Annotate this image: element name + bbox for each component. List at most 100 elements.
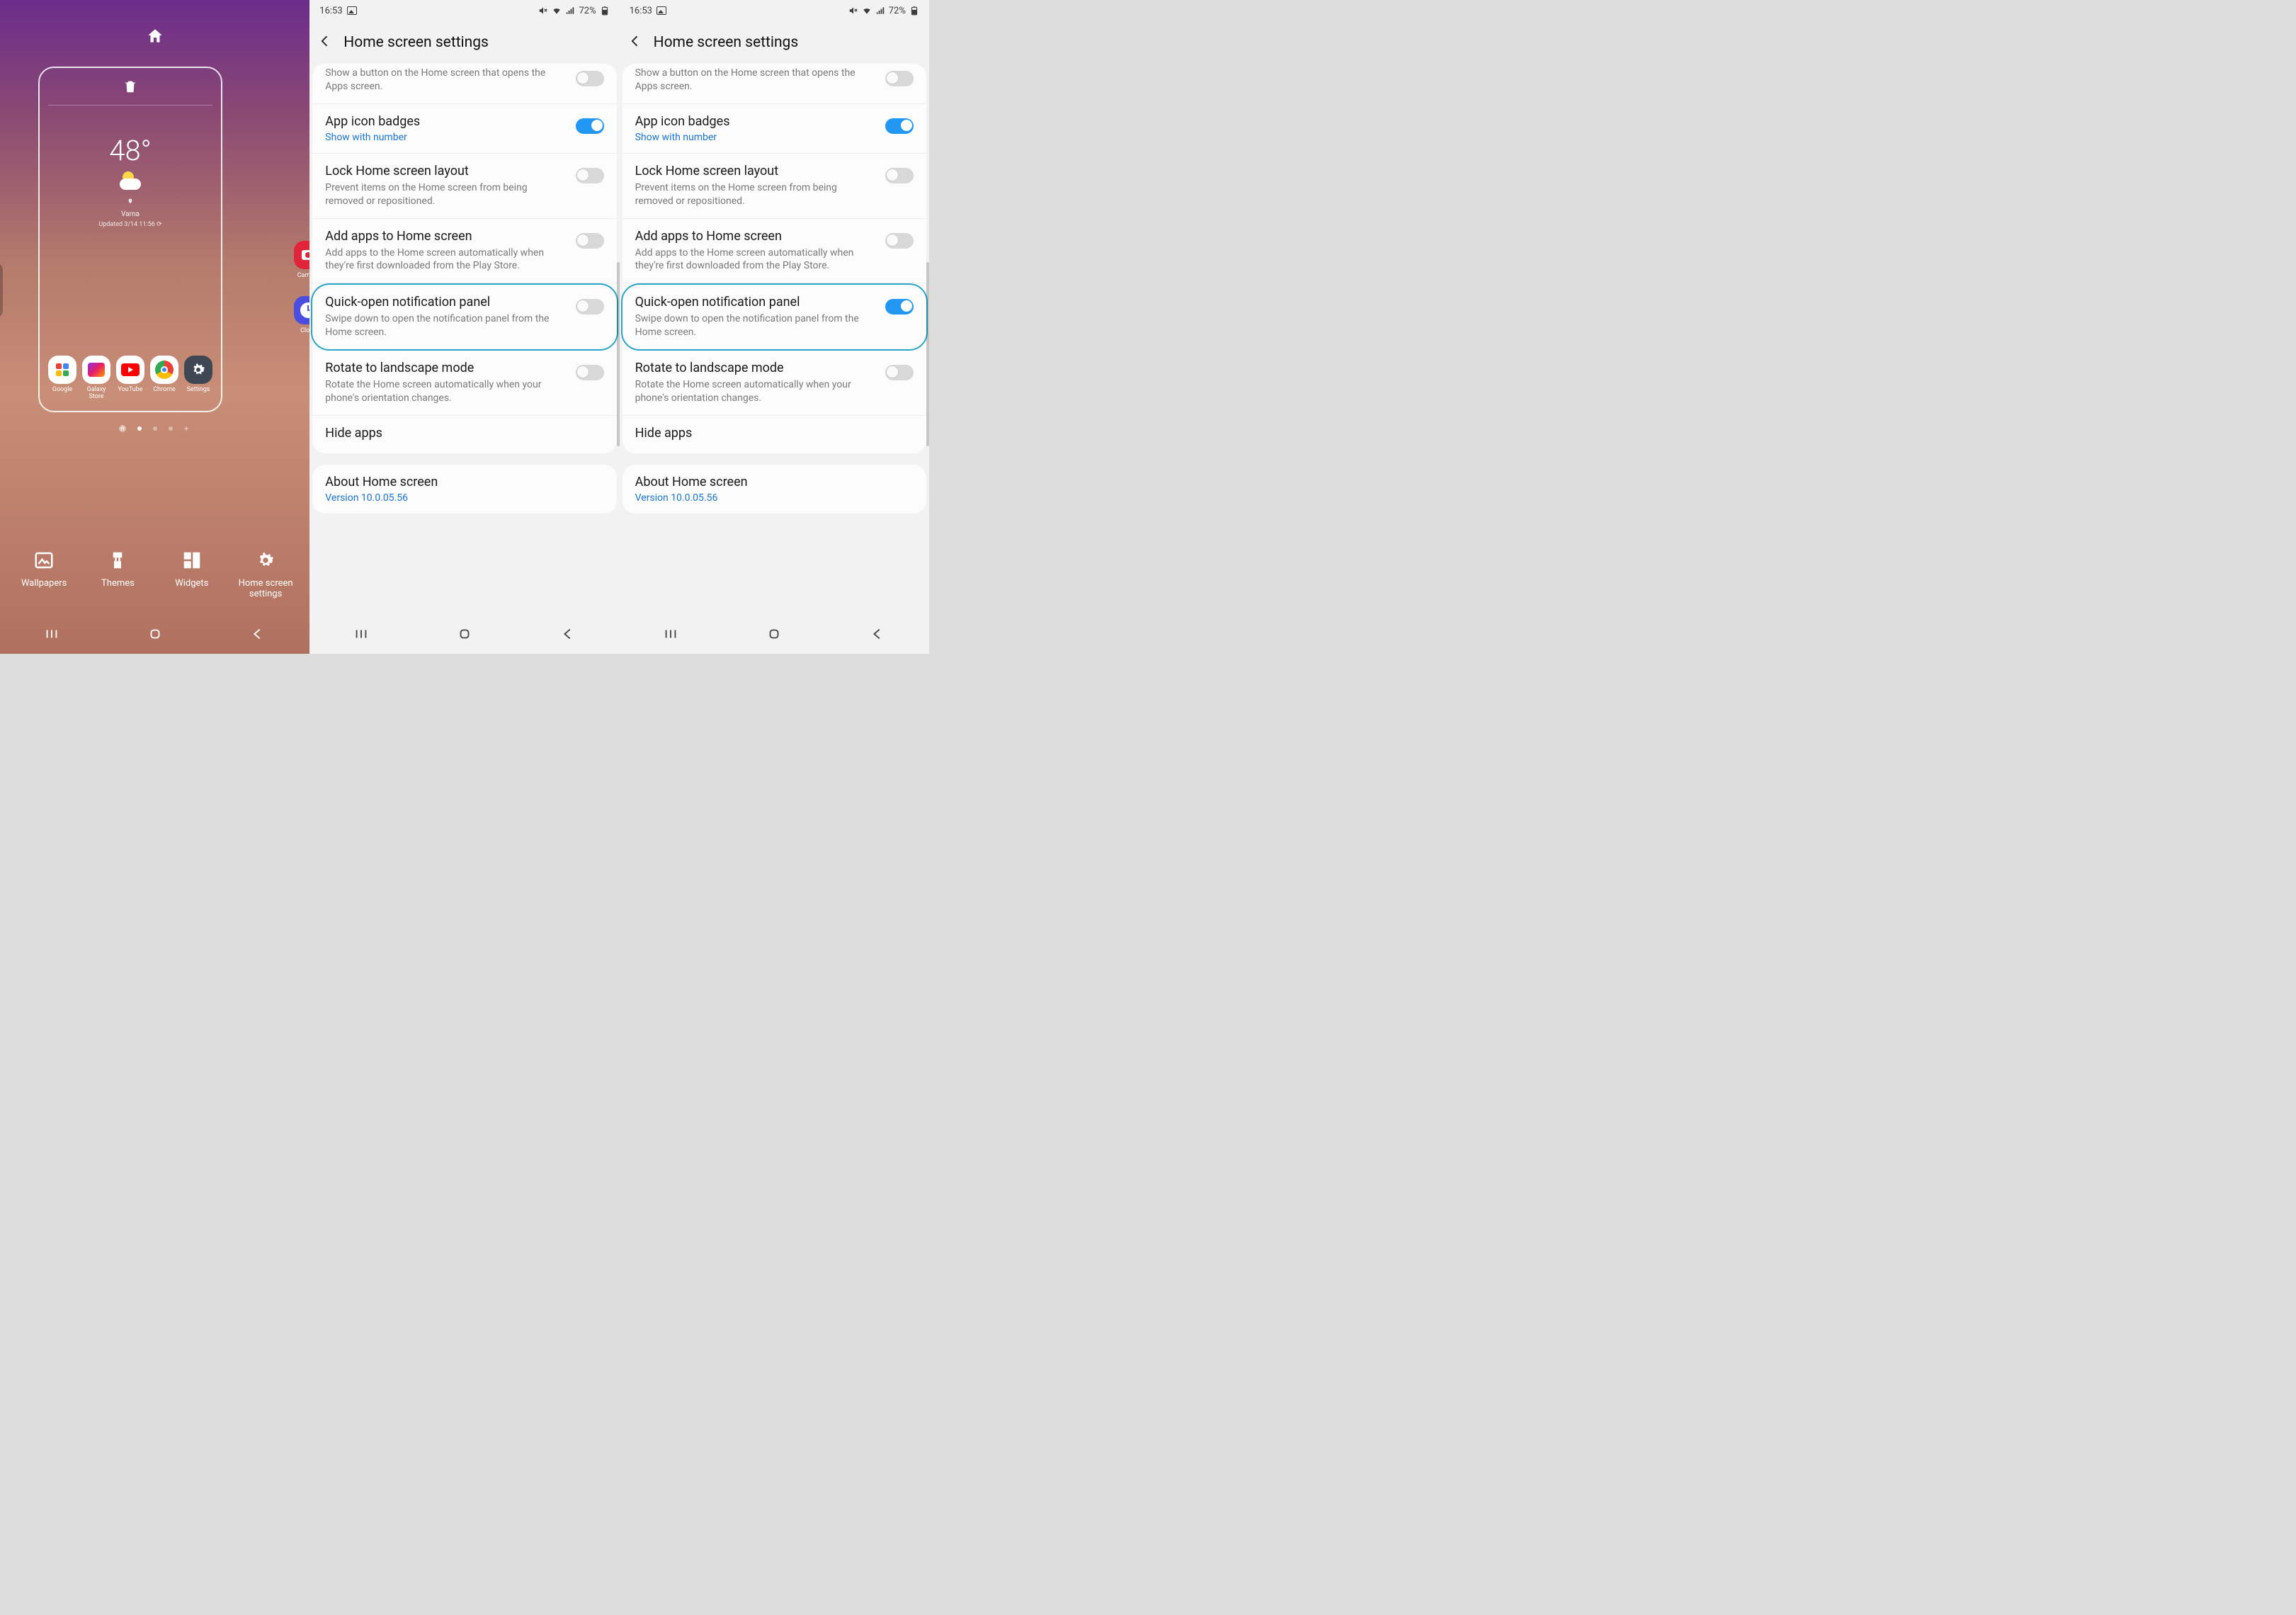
toggle-lock-layout[interactable] xyxy=(885,168,914,183)
settings-panel-off: 16:53 72% Home screen settings Show a bu… xyxy=(309,0,619,654)
setting-rotate[interactable]: Rotate to landscape mode Rotate the Home… xyxy=(312,351,616,416)
adjacent-page-right-preview[interactable]: Camera Clock xyxy=(288,241,309,334)
status-bar: 16:53 72% xyxy=(309,0,619,21)
screenshot-indicator-icon xyxy=(657,6,666,15)
setting-quick-open[interactable]: Quick-open notification panel Swipe down… xyxy=(311,283,618,351)
toggle-icon-badges[interactable] xyxy=(885,118,914,134)
wifi-icon xyxy=(862,6,872,16)
settings-header: Home screen settings xyxy=(620,21,929,64)
nav-home[interactable] xyxy=(766,626,782,645)
setting-rotate[interactable]: Rotate to landscape mode Rotate the Home… xyxy=(623,351,926,416)
page-title: Home screen settings xyxy=(343,34,489,51)
home-edit-panel: 48° Varna Updated 3/14 11:56 ⟳ xyxy=(0,0,309,654)
option-wallpapers[interactable]: Wallpapers xyxy=(12,550,76,600)
youtube-icon xyxy=(116,356,144,384)
galaxy-store-icon xyxy=(82,356,110,384)
add-page-dot[interactable]: + xyxy=(184,425,191,432)
toggle-apps-button[interactable] xyxy=(576,71,604,86)
back-button[interactable] xyxy=(318,34,332,51)
toggle-lock-layout[interactable] xyxy=(576,168,604,183)
setting-add-apps[interactable]: Add apps to Home screen Add apps to the … xyxy=(312,219,616,284)
toggle-rotate[interactable] xyxy=(576,365,604,380)
wifi-icon xyxy=(552,6,562,16)
page-dot[interactable] xyxy=(169,426,173,431)
toggle-rotate[interactable] xyxy=(885,365,914,380)
battery-percent: 72% xyxy=(579,6,596,16)
settings-icon xyxy=(184,356,212,384)
option-home-settings[interactable]: Home screen settings xyxy=(234,550,297,600)
setting-apps-button[interactable]: Show a button on the Home screen that op… xyxy=(312,64,616,104)
toggle-quick-open-off[interactable] xyxy=(576,299,604,314)
nav-recents[interactable] xyxy=(353,626,369,645)
page-indicator[interactable]: + xyxy=(119,425,191,432)
page-dot-active[interactable] xyxy=(137,426,142,431)
nav-back[interactable] xyxy=(250,626,266,645)
setting-about[interactable]: About Home screen Version 10.0.05.56 xyxy=(312,465,616,514)
option-widgets[interactable]: Widgets xyxy=(160,550,224,600)
trash-icon xyxy=(123,78,138,95)
app-galaxy-store[interactable]: Galaxy Store xyxy=(81,356,112,401)
battery-percent: 72% xyxy=(889,6,906,16)
weather-city: Varna xyxy=(48,210,212,218)
nav-recents[interactable] xyxy=(663,626,678,645)
weather-condition-icon xyxy=(118,171,142,190)
app-settings[interactable]: Settings xyxy=(183,356,214,401)
adjacent-page-left-preview[interactable] xyxy=(0,262,3,319)
battery-icon xyxy=(909,6,919,16)
status-bar: 16:53 72% xyxy=(620,0,929,21)
setting-apps-button[interactable]: Show a button on the Home screen that op… xyxy=(623,64,926,104)
nav-recents[interactable] xyxy=(44,626,59,645)
weather-temp: 48° xyxy=(48,134,212,167)
app-youtube[interactable]: YouTube xyxy=(115,356,146,401)
home-edit-options: Wallpapers Themes Widgets Home screen se… xyxy=(0,550,309,600)
nav-bar xyxy=(0,617,309,654)
home-app-row: Google Galaxy Store YouTube xyxy=(47,356,214,401)
toggle-add-apps[interactable] xyxy=(576,233,604,249)
nav-home[interactable] xyxy=(457,626,472,645)
home-icon[interactable] xyxy=(146,27,164,45)
settings-list[interactable]: Show a button on the Home screen that op… xyxy=(620,64,929,654)
settings-header: Home screen settings xyxy=(309,21,619,64)
page-dot[interactable] xyxy=(153,426,157,431)
toggle-add-apps[interactable] xyxy=(885,233,914,249)
signal-icon xyxy=(565,6,575,16)
toggle-apps-button[interactable] xyxy=(885,71,914,86)
settings-list[interactable]: Show a button on the Home screen that op… xyxy=(309,64,619,654)
app-camera[interactable]: Camera xyxy=(294,241,309,279)
chrome-icon xyxy=(150,356,178,384)
setting-lock-layout[interactable]: Lock Home screen layout Prevent items on… xyxy=(312,154,616,219)
app-clock[interactable]: Clock xyxy=(294,296,309,334)
option-themes[interactable]: Themes xyxy=(86,550,149,600)
setting-add-apps[interactable]: Add apps to Home screen Add apps to the … xyxy=(623,219,926,284)
toggle-quick-open-on[interactable] xyxy=(885,299,914,314)
nav-home[interactable] xyxy=(147,626,163,645)
setting-about[interactable]: About Home screen Version 10.0.05.56 xyxy=(623,465,926,514)
setting-hide-apps[interactable]: Hide apps xyxy=(623,416,926,453)
nav-back[interactable] xyxy=(560,626,576,645)
toggle-icon-badges[interactable] xyxy=(576,118,604,134)
delete-page-button[interactable] xyxy=(48,75,212,106)
app-chrome[interactable]: Chrome xyxy=(149,356,180,401)
nav-back[interactable] xyxy=(870,626,885,645)
back-button[interactable] xyxy=(628,34,642,51)
mute-icon xyxy=(848,6,858,16)
mute-icon xyxy=(538,6,548,16)
setting-icon-badges[interactable]: App icon badges Show with number xyxy=(623,104,926,154)
setting-icon-badges[interactable]: App icon badges Show with number xyxy=(312,104,616,154)
signal-icon xyxy=(875,6,885,16)
page-title: Home screen settings xyxy=(654,34,799,51)
setting-lock-layout[interactable]: Lock Home screen layout Prevent items on… xyxy=(623,154,926,219)
settings-panel-on: 16:53 72% Home screen settings Show a bu… xyxy=(620,0,929,654)
home-page-dot[interactable] xyxy=(119,425,126,432)
app-google[interactable]: Google xyxy=(47,356,78,401)
setting-quick-open[interactable]: Quick-open notification panel Swipe down… xyxy=(621,283,928,351)
location-pin-icon xyxy=(48,194,212,208)
weather-updated: Updated 3/14 11:56 ⟳ xyxy=(48,221,212,228)
status-time: 16:53 xyxy=(319,6,342,16)
screenshot-indicator-icon xyxy=(347,6,357,15)
scrollbar[interactable] xyxy=(926,262,929,446)
status-time: 16:53 xyxy=(630,6,652,16)
setting-hide-apps[interactable]: Hide apps xyxy=(312,416,616,453)
home-page-preview[interactable]: 48° Varna Updated 3/14 11:56 ⟳ xyxy=(38,67,222,412)
weather-widget[interactable]: 48° Varna Updated 3/14 11:56 ⟳ xyxy=(48,134,212,228)
